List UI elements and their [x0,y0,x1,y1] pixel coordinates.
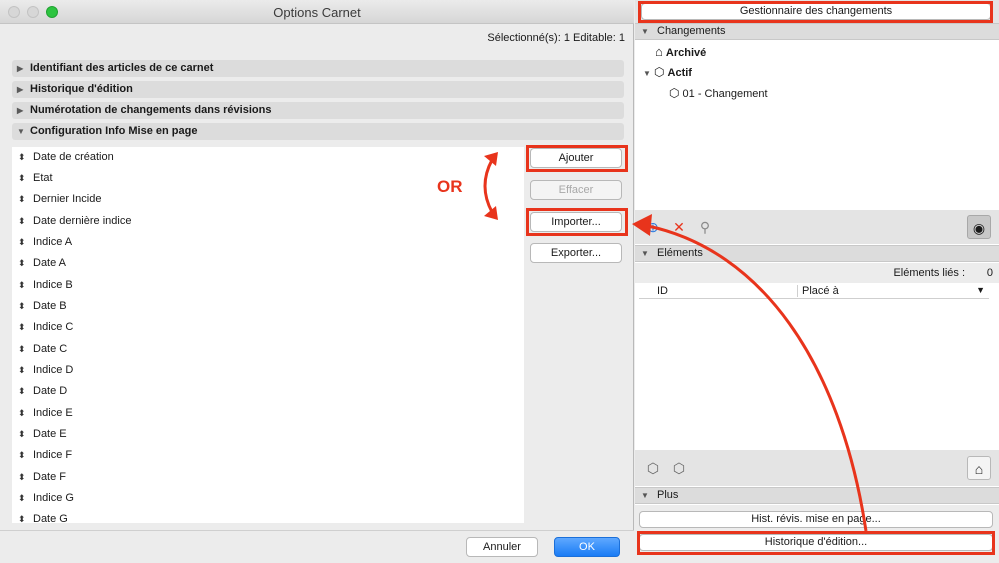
section-label: Configuration Info Mise en page [30,125,198,137]
list-item[interactable]: ⬍ Indice G [12,488,524,509]
add-element-icon[interactable]: ⬡ [645,460,661,476]
reorder-handle-icon[interactable]: ⬍ [18,424,26,445]
disclosure-down-icon: ▼ [641,249,649,258]
elements-table-header: ID Placé à ▼ [639,284,989,299]
elements-toolbar: ⬡ ⬡ ⌂ [635,450,999,486]
linked-elements-count: 0 [986,267,993,279]
disclosure-right-icon: ▶ [17,106,24,115]
reorder-handle-icon[interactable]: ⬍ [18,317,26,338]
link-icon[interactable]: ⚲ [697,219,713,235]
cloud-outline-icon: ⬡ [669,86,680,100]
window-title: Options Carnet [273,5,361,20]
archive-icon: ⌂ [655,44,663,59]
list-item[interactable]: ⬍ Indice F [12,445,524,466]
reorder-handle-icon[interactable]: ⬍ [18,488,26,509]
disclosure-down-icon: ▼ [643,69,651,78]
column-header-id[interactable]: ID [657,285,668,297]
list-item[interactable]: ⬍ Date D [12,381,524,402]
remove-element-icon[interactable]: ⬡ [671,460,687,476]
import-button[interactable]: Importer... [530,212,622,232]
options-carnet-dialog: Options Carnet Sélectionné(s): 1 Editabl… [0,0,634,563]
linked-elements-row: Eléments liés : 0 [635,263,999,283]
list-item[interactable]: ⬍ Date dernière indice [12,211,524,232]
reorder-handle-icon[interactable]: ⬍ [18,339,26,360]
column-header-placed[interactable]: Placé à [797,285,987,297]
disclosure-down-icon: ▼ [641,27,649,36]
list-item[interactable]: ⬍ Date G [12,509,524,523]
or-annotation: OR [437,177,463,196]
section-item-layout-info[interactable]: ▼ Configuration Info Mise en page [12,123,624,140]
add-change-icon[interactable]: ⊕ [645,219,661,235]
section-label: Identifiant des articles de ce carnet [30,62,214,74]
list-item[interactable]: ⬍ Indice D [12,360,524,381]
list-item[interactable]: ⬍ Date E [12,424,524,445]
reorder-handle-icon[interactable]: ⬍ [18,232,26,253]
more-header[interactable]: ▼ Plus [635,487,999,504]
cancel-button[interactable]: Annuler [466,537,538,557]
disclosure-down-icon: ▼ [641,491,649,500]
reorder-handle-icon[interactable]: ⬍ [18,360,26,381]
export-button[interactable]: Exporter... [530,243,622,263]
list-item[interactable]: ⬍ Date B [12,296,524,317]
list-item[interactable]: ⬍ Indice E [12,403,524,424]
list-item[interactable]: ⬍ Indice A [12,232,524,253]
reorder-handle-icon[interactable]: ⬍ [18,147,26,168]
reorder-handle-icon[interactable]: ⬍ [18,168,26,189]
reorder-handle-icon[interactable]: ⬍ [18,445,26,466]
add-button[interactable]: Ajouter [530,148,622,168]
changes-palette: Gestionnaire des changements ▼ Changemen… [635,0,999,563]
reorder-handle-icon[interactable]: ⬍ [18,381,26,402]
select-element-icon[interactable]: ⌂ [967,456,991,480]
disclosure-right-icon: ▶ [17,85,24,94]
double-arrow-icon [483,152,498,220]
reorder-handle-icon[interactable]: ⬍ [18,296,26,317]
disclosure-right-icon: ▶ [17,64,24,73]
delete-change-icon[interactable]: ✕ [671,219,687,235]
changes-header[interactable]: ▼ Changements [635,23,999,40]
section-item-edit-history[interactable]: ▶ Historique d'édition [12,81,624,98]
title-bar: Options Carnet [0,0,634,24]
reorder-handle-icon[interactable]: ⬍ [18,467,26,488]
cloud-outline-icon: ⬡ [653,65,665,79]
dialog-footer: Annuler OK [0,530,634,563]
sort-down-icon[interactable]: ▼ [976,285,985,295]
ok-button[interactable]: OK [554,537,620,557]
list-item[interactable]: ⬍ Date C [12,339,524,360]
section-label: Historique d'édition [30,83,133,95]
section-label: Numérotation de changements dans révisio… [30,104,272,116]
tree-item-active[interactable]: ▼ ⬡ Actif [643,64,692,82]
list-item[interactable]: ⬍ Indice C [12,317,524,338]
layout-info-field-list[interactable]: ⬍ Date de création ⬍ Etat ⬍ Dernier Incide … [12,147,524,523]
list-item[interactable]: ⬍ Date F [12,467,524,488]
reorder-handle-icon[interactable]: ⬍ [18,509,26,523]
list-item[interactable]: ⬍ Date A [12,253,524,274]
tree-item-archived[interactable]: ⌂ Archivé [655,44,706,61]
reorder-handle-icon[interactable]: ⬍ [18,211,26,232]
list-item[interactable]: ⬍ Indice B [12,275,524,296]
edit-history-button[interactable]: Historique d'édition... [639,534,993,551]
section-item-identifiers[interactable]: ▶ Identifiant des articles de ce carnet [12,60,624,77]
change-manager-button[interactable]: Gestionnaire des changements [641,3,991,20]
tree-item-change[interactable]: ⬡ 01 - Changement [669,85,768,102]
elements-header[interactable]: ▼ Eléments [635,245,999,262]
selection-info: Sélectionné(s): 1 Editable: 1 [487,32,625,44]
list-item[interactable]: ⬍ Date de création [12,147,524,168]
layout-revision-history-button[interactable]: Hist. révis. mise en page... [639,511,993,528]
changes-toolbar: ⊕ ✕ ⚲ ◉ [635,210,999,244]
reorder-handle-icon[interactable]: ⬍ [18,275,26,296]
section-item-change-numbering[interactable]: ▶ Numérotation de changements dans révis… [12,102,624,119]
eye-icon[interactable]: ◉ [967,215,991,239]
reorder-handle-icon[interactable]: ⬍ [18,253,26,274]
reorder-handle-icon[interactable]: ⬍ [18,403,26,424]
reorder-handle-icon[interactable]: ⬍ [18,189,26,210]
delete-button[interactable]: Effacer [530,180,622,200]
disclosure-down-icon: ▼ [17,127,25,136]
